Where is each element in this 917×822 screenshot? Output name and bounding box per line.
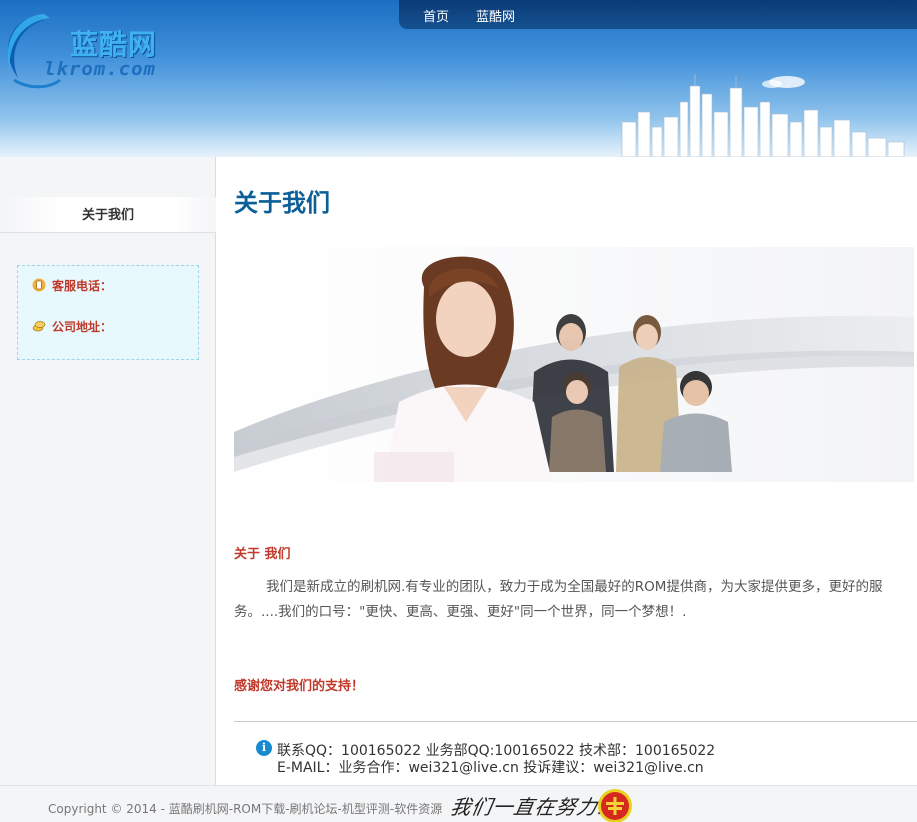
about-heading: 关于 我们: [234, 547, 291, 562]
page-footer: Copyright © 2014 - 蓝酷刷机网-ROM下载-刷机论坛-机型评测…: [0, 785, 917, 822]
phone-label: 客服电话：: [52, 279, 113, 293]
nav-lankuwang[interactable]: 蓝酷网: [476, 6, 515, 25]
info-icon: i: [256, 740, 272, 756]
team-photo: [234, 247, 914, 482]
sidebar-title: 关于我们: [0, 197, 216, 233]
thanks-text: 感谢您对我们的支持！: [234, 679, 365, 694]
page-header: 蓝酷网 lkrom.com 首页 蓝酷网: [0, 0, 917, 157]
top-nav: 首页 蓝酷网: [399, 0, 917, 29]
phone-row: 客服电话：: [32, 277, 112, 294]
badge-emblem-icon: [598, 789, 632, 822]
copyright-text: Copyright © 2014 - 蓝酷刷机网-ROM下载-刷机论坛-机型评测…: [48, 802, 443, 816]
city-skyline-illustration: [621, 74, 905, 157]
logo-text-en: lkrom.com: [44, 58, 156, 80]
divider: [234, 721, 917, 722]
footer-slogan: 我们一直在努力!: [448, 795, 609, 819]
site-logo[interactable]: 蓝酷网 lkrom.com: [0, 10, 180, 90]
sidebar: 关于我们 客服电话： 公司地址：: [0, 157, 216, 785]
coins-icon: [32, 321, 46, 332]
contact-email-line: E-MAIL：业务合作：wei321@live.cn 投诉建议：wei321@l…: [277, 760, 704, 776]
address-label: 公司地址：: [52, 320, 113, 334]
nav-home[interactable]: 首页: [423, 6, 449, 25]
page-title: 关于我们: [234, 189, 330, 217]
about-body: 我们是新成立的刷机网.有专业的团队，致力于成为全国最好的ROM提供商，为大家提供…: [234, 579, 883, 620]
address-row: 公司地址：: [32, 318, 112, 335]
logo-text-cn: 蓝酷网: [70, 28, 158, 61]
contact-box: 客服电话： 公司地址：: [17, 265, 199, 360]
phone-icon: [32, 278, 46, 292]
main-content: 关于我们 关于 我们 我们是新成立的刷机网.有专业的团队，致力于成为全国最好的R…: [216, 157, 917, 785]
